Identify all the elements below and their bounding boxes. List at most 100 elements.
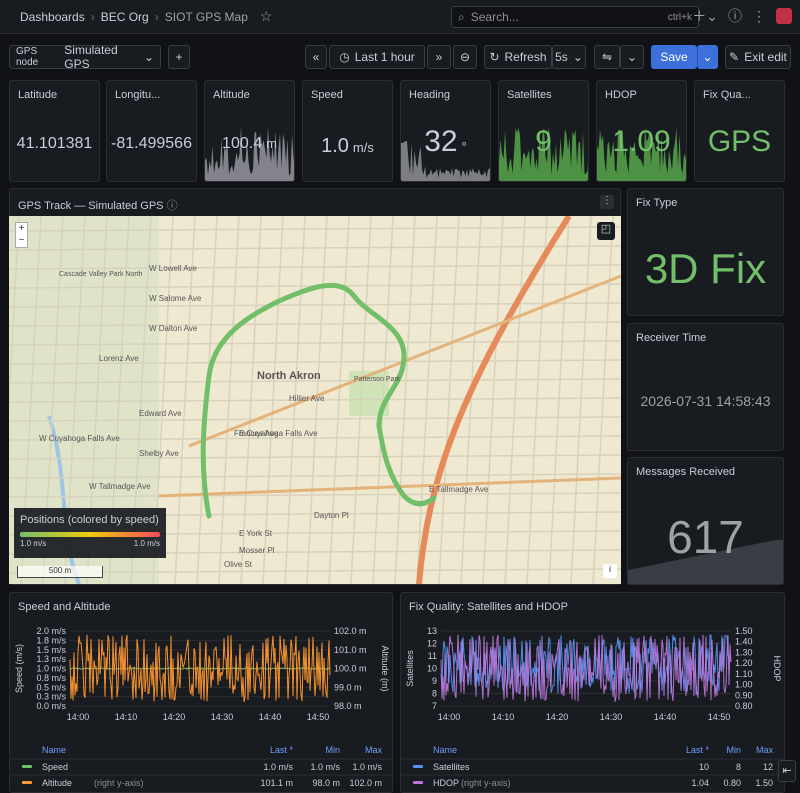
- street-line: [570, 216, 592, 584]
- legend-value-last: 1.04: [691, 778, 709, 788]
- legend-value-min: 1.0 m/s: [310, 762, 340, 772]
- map-label: Olive St: [224, 560, 253, 569]
- street-line: [438, 216, 460, 584]
- help-icon[interactable]: ⓘ: [728, 6, 742, 26]
- legend-header-min[interactable]: Min: [325, 745, 340, 755]
- map-canvas[interactable]: North Akron W Tallmadge Ave E Tallmadge Av…: [9, 216, 621, 584]
- map-label: North Akron: [257, 370, 321, 382]
- zoom-out-button[interactable]: −: [16, 235, 27, 247]
- y-left-tick: 11: [428, 651, 437, 661]
- legend-swatch: [413, 781, 423, 784]
- zoom-in-button[interactable]: +: [16, 223, 27, 235]
- map-legend: Positions (colored by speed) 1.0 m/s 1.0…: [14, 508, 166, 558]
- y-right-tick: 98.0 m: [334, 701, 362, 711]
- legend-header-max[interactable]: Max: [365, 745, 383, 755]
- speed-altitude-chart: 2.0 m/s1.8 m/s1.5 m/s1.3 m/s1.0 m/s0.8 m…: [10, 626, 392, 788]
- legend-header-last[interactable]: Last *: [270, 745, 294, 755]
- top-icons: ＋⌄ ⓘ ⋮: [692, 6, 792, 26]
- time-range-picker[interactable]: ◷ Last 1 hour: [329, 45, 425, 69]
- legend-value-max: 1.50: [755, 778, 773, 788]
- share-menu-button[interactable]: ⌄: [620, 45, 644, 69]
- breadcrumb-separator: ›: [154, 9, 159, 24]
- zoom-out-button[interactable]: ⊖: [453, 45, 477, 69]
- map-label: Mosser Pl: [239, 546, 275, 555]
- x-tick: 14:10: [492, 712, 515, 722]
- stat-value: 1.09: [597, 125, 686, 159]
- receiver-time-title: Receiver Time: [636, 332, 707, 344]
- stat-number: 1.0: [321, 135, 349, 157]
- time-back-button[interactable]: «: [305, 45, 327, 69]
- edit-icon: ✎: [729, 50, 740, 64]
- legend-max: 1.0 m/s: [133, 539, 160, 548]
- legend-header-name[interactable]: Name: [433, 745, 457, 755]
- avatar[interactable]: [776, 8, 792, 24]
- stat-title: Heading: [409, 89, 450, 101]
- stat-title: Fix Qua...: [703, 89, 751, 101]
- legend-header-last[interactable]: Last *: [686, 745, 710, 755]
- y-left-tick: 13: [427, 626, 437, 636]
- chevron-down-icon: ⌄: [702, 50, 713, 64]
- stat-number: 9: [535, 125, 552, 158]
- legend-series-name[interactable]: Speed: [42, 762, 68, 772]
- stat-title: Altitude: [213, 89, 250, 101]
- y-left-tick: 7: [432, 701, 437, 711]
- x-tick: 14:40: [259, 712, 282, 722]
- legend-header-max[interactable]: Max: [756, 745, 774, 755]
- x-tick: 14:50: [708, 712, 731, 722]
- x-tick: 14:50: [307, 712, 330, 722]
- news-icon[interactable]: ⋮: [752, 8, 766, 25]
- stat-panel-3: Altitude 100.4 m: [204, 80, 295, 182]
- stat-title: Satellites: [507, 89, 552, 101]
- y-left-label: Satellites: [405, 650, 415, 687]
- attribution-icon[interactable]: i: [603, 564, 617, 578]
- refresh-interval-select[interactable]: 5s ⌄: [552, 45, 586, 69]
- variable-label: GPS node: [16, 46, 39, 68]
- breadcrumb-dashboards[interactable]: Dashboards: [20, 10, 85, 24]
- fix-quality-chart: 131211109871.501.401.301.201.101.000.900…: [401, 626, 784, 788]
- stat-title: Latitude: [18, 89, 58, 101]
- refresh-interval: 5s: [555, 50, 568, 64]
- gps-node-variable[interactable]: GPS node Simulated GPS ⌄: [9, 43, 161, 71]
- search-input[interactable]: ⌕ Search... ctrl+k: [451, 6, 699, 28]
- share-button[interactable]: ⇋: [594, 45, 620, 69]
- legend-header-name[interactable]: Name: [42, 745, 66, 755]
- stat-number: 1.09: [612, 125, 671, 158]
- messages-value: 617: [667, 511, 744, 563]
- legend-value-last: 101.1 m: [260, 778, 293, 788]
- receiver-time-value: 2026-07-31 14:58:43: [640, 393, 771, 409]
- y-right-tick: 1.50: [735, 626, 753, 636]
- dashboard-toolbar: GPS node Simulated GPS ⌄ + « ◷ Last 1 ho…: [0, 34, 800, 78]
- legend-swatch: [22, 781, 32, 784]
- refresh-button[interactable]: ↻ Refresh: [484, 45, 552, 69]
- legend-swatch: [413, 765, 423, 768]
- exit-edit-button[interactable]: ✎ Exit edit: [725, 45, 791, 69]
- stat-number: 100.4: [222, 135, 263, 152]
- map-label: Hillier Ave: [289, 394, 325, 403]
- y-right-tick: 100.0 m: [334, 664, 367, 674]
- map-label: E Tallmadge Ave: [429, 485, 489, 494]
- star-icon[interactable]: ☆: [260, 8, 273, 25]
- legend-header-min[interactable]: Min: [726, 745, 741, 755]
- map-scale: 500 m: [17, 566, 103, 578]
- time-forward-button[interactable]: »: [427, 45, 451, 69]
- street-line: [504, 216, 526, 584]
- info-icon[interactable]: ⓘ: [167, 200, 178, 212]
- save-button[interactable]: Save: [651, 45, 697, 69]
- legend-value-min: 98.0 m: [312, 778, 340, 788]
- save-menu-button[interactable]: ⌄: [697, 45, 718, 69]
- legend-swatch: [22, 765, 32, 768]
- exit-edit-label: Exit edit: [744, 50, 787, 64]
- add-variable-button[interactable]: +: [168, 45, 190, 69]
- top-bar: Dashboards › BEC Org › SIOT GPS Map ☆ ⌕ …: [0, 0, 800, 34]
- breadcrumb-folder[interactable]: BEC Org: [101, 10, 149, 24]
- map-panel-title: GPS Track — Simulated GPS ⓘ: [18, 197, 178, 213]
- legend-series-name[interactable]: Altitude: [42, 778, 72, 788]
- panel-menu-icon[interactable]: ⋮: [600, 195, 614, 209]
- legend-series-name[interactable]: HDOP: [433, 778, 459, 788]
- collapse-sidebar-icon[interactable]: ⇤: [778, 760, 796, 782]
- layer-switch-icon[interactable]: ◰: [597, 222, 615, 240]
- add-icon[interactable]: ＋⌄: [692, 6, 718, 26]
- save-label: Save: [660, 50, 688, 64]
- legend-series-name[interactable]: Satellites: [433, 762, 470, 772]
- variable-value: Simulated GPS: [64, 43, 118, 71]
